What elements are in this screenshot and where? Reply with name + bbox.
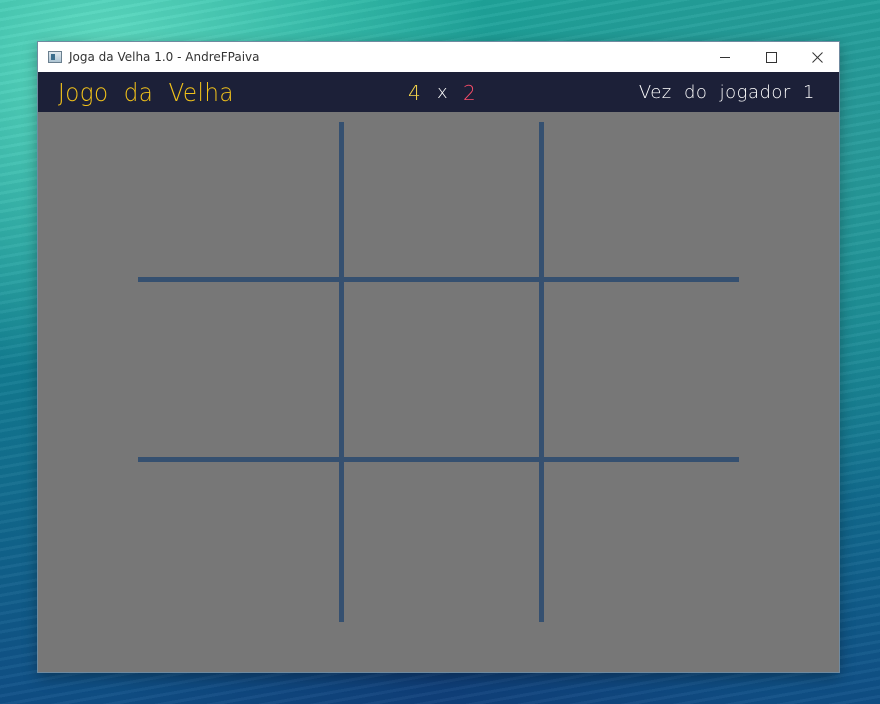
close-button[interactable]	[794, 42, 840, 72]
board-cell[interactable]	[344, 282, 539, 457]
score-player1: 4	[408, 81, 422, 105]
grid-line-horizontal	[138, 457, 739, 462]
turn-indicator: Vez do jogador 1	[638, 82, 815, 103]
board-cell[interactable]	[344, 122, 539, 277]
grid-line-horizontal	[138, 277, 739, 282]
window-title: Joga da Velha 1.0 - AndreFPaiva	[69, 50, 260, 64]
board-cell[interactable]	[138, 462, 339, 622]
score-player2: 2	[463, 81, 477, 105]
board-cell[interactable]	[344, 462, 539, 622]
maximize-button[interactable]	[748, 42, 794, 72]
app-icon	[48, 51, 62, 63]
game-title: Jogo da Velha	[58, 78, 234, 107]
grid-line-vertical	[539, 122, 544, 622]
close-icon	[811, 51, 823, 63]
score-separator: x	[437, 82, 449, 103]
board-cell[interactable]	[544, 122, 739, 277]
window-titlebar[interactable]: Joga da Velha 1.0 - AndreFPaiva	[38, 42, 839, 72]
board-cell[interactable]	[544, 282, 739, 457]
board-cell[interactable]	[544, 462, 739, 622]
minimize-button[interactable]	[702, 42, 748, 72]
minimize-icon	[720, 56, 730, 58]
board-cell[interactable]	[138, 122, 339, 277]
game-header: Jogo da Velha 4 x 2 Vez do jogador 1	[38, 72, 839, 112]
desktop-background: Joga da Velha 1.0 - AndreFPaiva Jogo da …	[0, 0, 880, 704]
board-cell[interactable]	[138, 282, 339, 457]
app-window: Joga da Velha 1.0 - AndreFPaiva Jogo da …	[38, 42, 839, 672]
game-board	[38, 112, 839, 672]
maximize-icon	[765, 51, 777, 63]
grid-line-vertical	[339, 122, 344, 622]
